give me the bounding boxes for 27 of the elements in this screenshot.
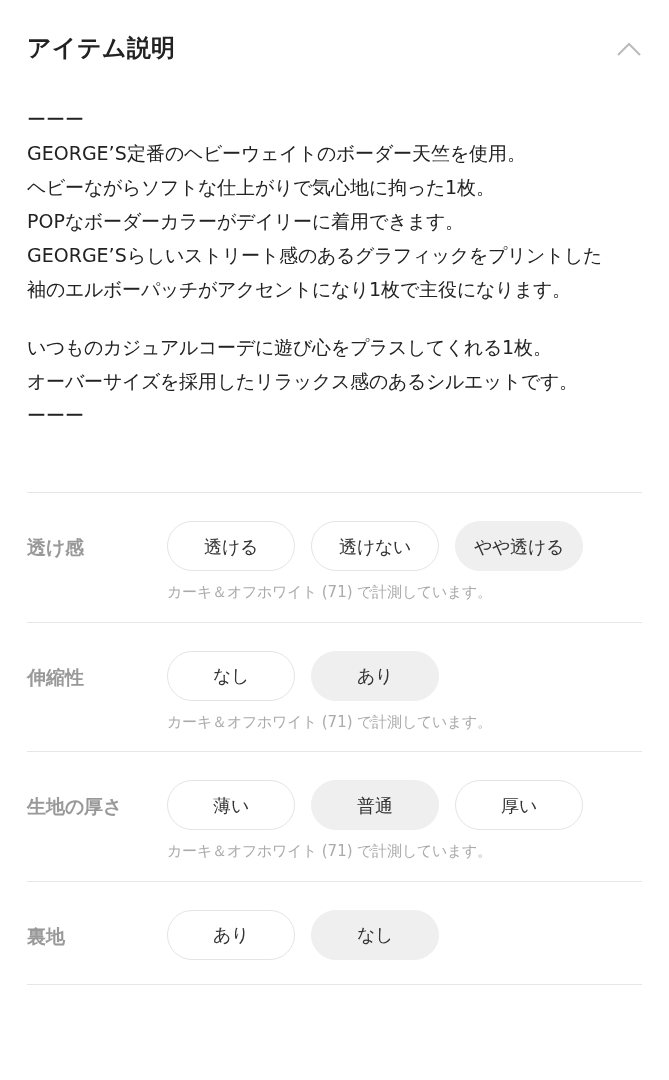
option-chip: やや透ける [455,521,583,571]
measurement-note: カーキ＆オフホワイト (71) で計測しています。 [167,711,493,733]
option-chip: 厚い [455,780,583,830]
measurement-note: カーキ＆オフホワイト (71) で計測しています。 [167,841,494,862]
option-chip: 透ける [167,521,295,571]
option-chip: なし [167,650,295,701]
description-text: ーーー [27,107,85,132]
measurement-note: カーキ＆オフホワイト (71) で計測しています。 [167,582,494,603]
attribute-label: 生地の厚さ [27,794,123,819]
option-chip: 普通 [311,780,439,830]
option-chip: あり [311,650,439,701]
section-title: アイテム説明 [27,33,175,63]
description-text: ヘビーながらソフトな仕上がりで気心地に拘った1枚。 [27,175,497,200]
description-text: GEORGE’S定番のヘビーウェイトのボーダー天竺を使用。 [27,141,527,166]
attribute-label: 伸縮性 [27,664,85,690]
description-text: GEORGE’Sらしいストリート感のあるグラフィックをプリントした [27,243,603,268]
option-chip: 薄い [167,780,295,830]
option-chip: 透けない [311,521,439,571]
attribute-label: 透け感 [27,535,85,560]
option-chip: なし [311,909,439,960]
description-text: 袖のエルボーパッチがアクセントになり1枚で主役になります。 [27,277,573,302]
description-text: オーバーサイズを採用したリラックス感のあるシルエットです。 [27,369,579,394]
description-text: ーーー [27,403,85,428]
attribute-label: 裏地 [27,923,66,949]
option-chip: あり [167,909,295,960]
description-text: いつものカジュアルコーデに遊び心をプラスしてくれる1枚。 [27,335,554,360]
description-text: POPなボーダーカラーがデイリーに着用できます。 [27,209,465,234]
